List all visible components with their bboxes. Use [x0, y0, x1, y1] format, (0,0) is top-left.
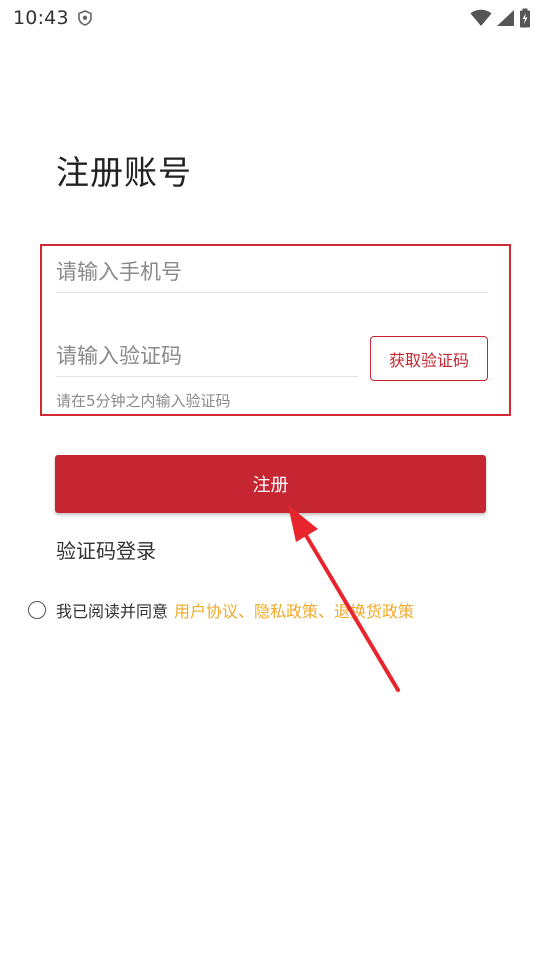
verification-code-input[interactable] [56, 336, 358, 377]
page-title: 注册账号 [56, 153, 192, 192]
agreement-row: 我已阅读并同意 用户协议、 隐私政策、 退换货政策 [28, 598, 414, 622]
status-bar: 10:43 [0, 0, 541, 38]
register-button[interactable]: 注册 [55, 455, 486, 513]
privacy-policy-link[interactable]: 隐私政策、 [254, 598, 334, 622]
agreement-prefix: 我已阅读并同意 [56, 602, 169, 621]
system-icons [470, 8, 531, 28]
cellular-signal-icon [497, 10, 514, 26]
user-agreement-link[interactable]: 用户协议、 [174, 598, 254, 622]
agreement-radio[interactable] [28, 601, 46, 619]
code-hint-text: 请在5分钟之内输入验证码 [56, 392, 231, 410]
get-code-button[interactable]: 获取验证码 [370, 336, 488, 381]
shield-icon [78, 10, 92, 26]
wifi-icon [470, 9, 492, 26]
status-time: 10:43 [13, 7, 69, 29]
return-policy-link[interactable]: 退换货政策 [334, 598, 414, 622]
phone-input[interactable] [56, 252, 488, 293]
sms-login-link[interactable]: 验证码登录 [56, 535, 156, 564]
battery-charging-icon [520, 8, 530, 28]
